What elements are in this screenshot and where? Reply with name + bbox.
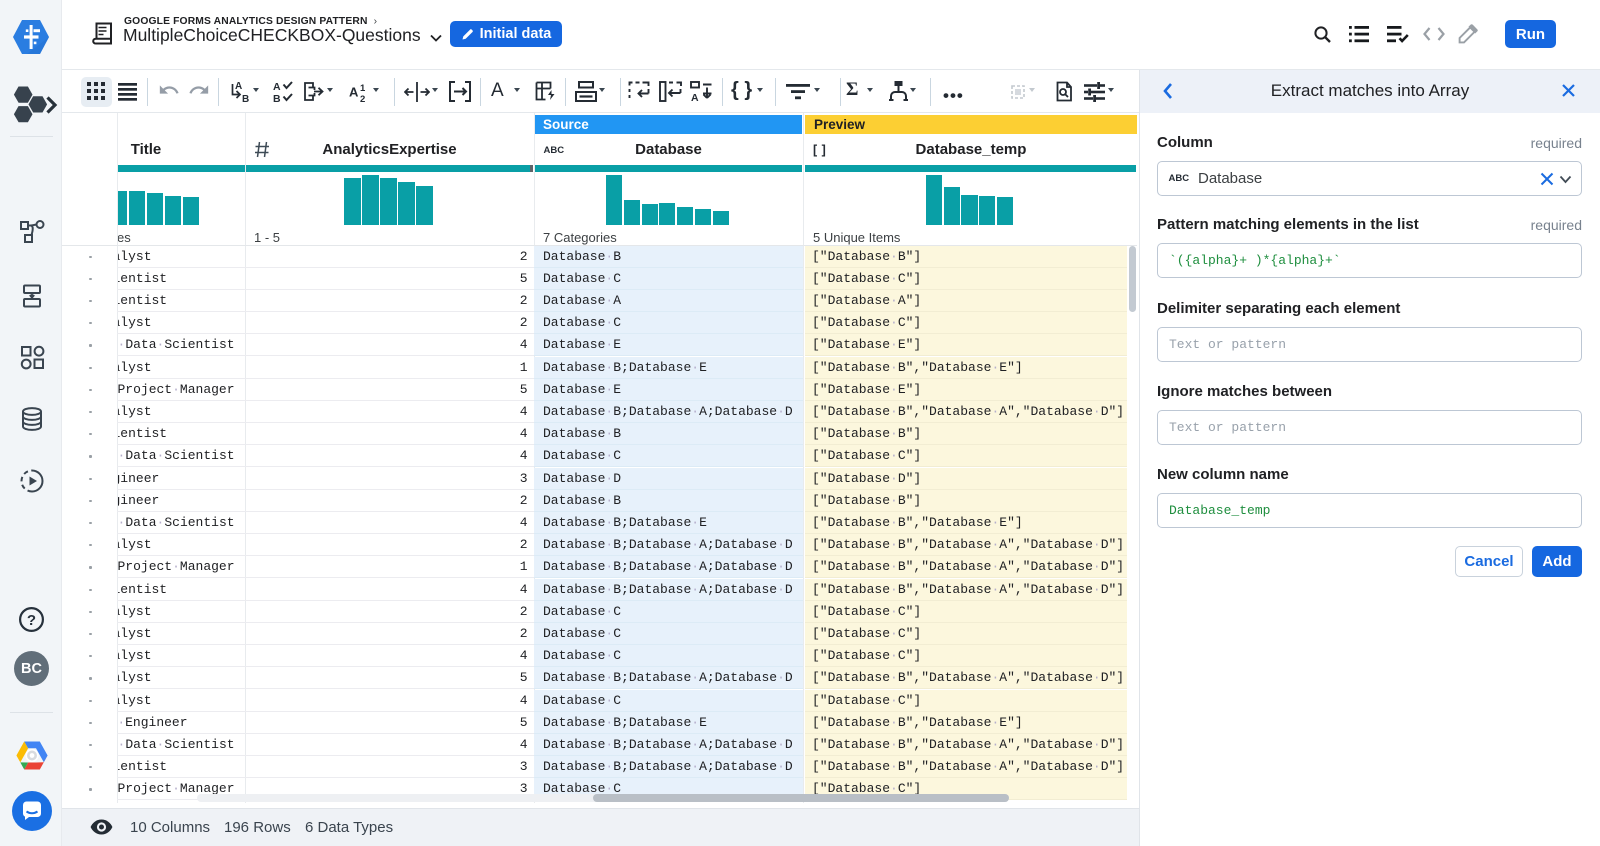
svg-text:1: 1	[360, 83, 366, 94]
svg-text:2: 2	[360, 94, 365, 103]
svg-text:A: A	[691, 92, 699, 102]
svg-text:A: A	[235, 81, 242, 92]
svg-text:A: A	[349, 85, 359, 100]
svg-text:?: ?	[27, 612, 36, 629]
svg-text:A: A	[273, 81, 281, 93]
svg-text:B: B	[242, 94, 249, 103]
svg-text:B: B	[273, 93, 281, 103]
